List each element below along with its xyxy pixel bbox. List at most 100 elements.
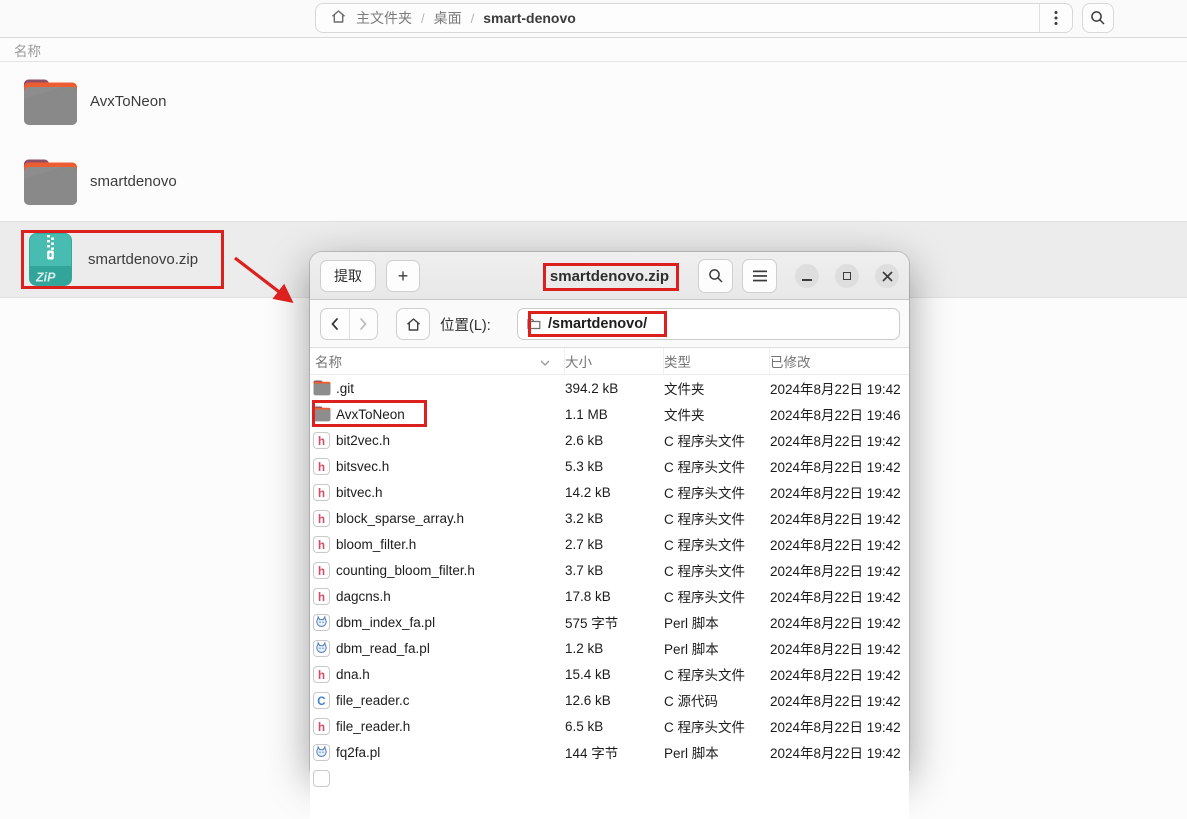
column-header-modified[interactable]: 已修改 — [770, 348, 909, 374]
breadcrumb-current[interactable]: smart-denovo — [483, 10, 576, 26]
archive-row-.git[interactable]: .git 394.2 kB 文件夹 2024年8月22日 19:42 — [310, 375, 909, 401]
archive-row-bitvec.h[interactable]: h bitvec.h 14.2 kB C 程序头文件 2024年8月22日 19:42 — [310, 479, 909, 505]
files-item-AvxToNeon[interactable]: AvxToNeon — [0, 61, 1187, 141]
files-header-bar: 主文件夹 / 桌面 / smart-denovo — [0, 0, 1187, 38]
cell-name: dagcns.h — [336, 588, 391, 604]
perl-script-icon — [313, 613, 333, 631]
svg-text:h: h — [318, 487, 325, 499]
cell-name: .git — [336, 380, 355, 396]
cell-type: C 程序头文件 — [664, 538, 745, 553]
archive-row-dagcns.h[interactable]: h dagcns.h 17.8 kB C 程序头文件 2024年8月22日 19:42 — [310, 583, 909, 609]
cell-name: counting_bloom_filter.h — [336, 562, 475, 578]
c-header-file-icon: h — [313, 431, 333, 449]
cell-modified: 2024年8月22日 19:42 — [770, 434, 901, 449]
search-button[interactable] — [1082, 3, 1114, 33]
cell-name: bitvec.h — [336, 484, 383, 500]
column-header-size[interactable]: 大小 — [565, 348, 664, 374]
archive-row-dbm_read_fa.pl[interactable]: dbm_read_fa.pl 1.2 kB Perl 脚本 2024年8月22日 19… — [310, 635, 909, 661]
folder-icon — [313, 406, 333, 422]
minimize-icon — [802, 278, 812, 281]
files-list-header[interactable]: 名称 — [0, 38, 1187, 62]
minimize-button[interactable] — [795, 264, 819, 288]
cell-size: 15.4 kB — [565, 666, 611, 682]
archive-row-AvxToNeon[interactable]: AvxToNeon 1.1 MB 文件夹 2024年8月22日 19:46 — [310, 401, 909, 427]
cell-type: C 程序头文件 — [664, 590, 745, 605]
back-button[interactable] — [321, 309, 350, 339]
maximize-button[interactable] — [835, 264, 859, 288]
files-item-label: smartdenovo — [90, 172, 177, 190]
chevron-left-icon — [331, 318, 339, 330]
cell-size: 17.8 kB — [565, 588, 611, 604]
files-item-smartdenovo[interactable]: smartdenovo — [0, 141, 1187, 221]
cell-size: 394.2 kB — [565, 380, 619, 396]
close-button[interactable] — [875, 264, 899, 288]
column-header-name[interactable]: 名称 — [315, 348, 565, 374]
archive-row-bitsvec.h[interactable]: h bitsvec.h 5.3 kB C 程序头文件 2024年8月22日 19:42 — [310, 453, 909, 479]
cell-type: C 程序头文件 — [664, 720, 745, 735]
search-icon — [708, 269, 723, 283]
archive-row-bloom_filter.h[interactable]: h bloom_filter.h 2.7 kB C 程序头文件 2024年8月22日 1… — [310, 531, 909, 557]
cell-modified: 2024年8月22日 19:42 — [770, 382, 901, 397]
folder-icon — [22, 157, 78, 206]
cell-name: file_reader.h — [336, 718, 411, 734]
archive-table-header: 名称 大小 类型 已修改 — [310, 348, 909, 375]
forward-button[interactable] — [350, 309, 378, 339]
cell-size: 14.2 kB — [565, 484, 611, 500]
archive-row-file_reader.h[interactable]: h file_reader.h 6.5 kB C 程序头文件 2024年8月22日 19… — [310, 713, 909, 739]
cell-name: dna.h — [336, 666, 370, 682]
cell-size: 1.2 kB — [565, 640, 604, 656]
breadcrumb-separator: / — [421, 10, 425, 26]
archive-manager-window: 提取 + smartdenovo.zip 位置(L): /smartdenovo… — [310, 252, 909, 819]
svg-text:ZiP: ZiP — [35, 271, 56, 285]
hamburger-menu-button[interactable] — [742, 259, 777, 293]
breadcrumb-home[interactable]: 主文件夹 — [356, 8, 412, 28]
breadcrumb[interactable]: 主文件夹 / 桌面 / smart-denovo — [315, 3, 1073, 33]
cell-size: 2.7 kB — [565, 536, 604, 552]
home-button[interactable] — [396, 308, 430, 340]
cell-modified: 2024年8月22日 19:42 — [770, 590, 901, 605]
svg-text:h: h — [318, 669, 325, 681]
cell-size: 575 字节 — [565, 616, 619, 631]
cell-size: 3.2 kB — [565, 510, 604, 526]
breadcrumb-path: 主文件夹 / 桌面 / smart-denovo — [316, 8, 1039, 28]
archive-row-counting_bloom_filter.h[interactable]: h counting_bloom_filter.h 3.7 kB C 程序头文件 202… — [310, 557, 909, 583]
cell-modified: 2024年8月22日 19:42 — [770, 564, 901, 579]
cell-modified: 2024年8月22日 19:42 — [770, 668, 901, 683]
sort-chevron-down-icon — [540, 354, 550, 369]
column-header-type[interactable]: 类型 — [664, 348, 770, 374]
search-icon — [1091, 11, 1105, 25]
files-item-label: smartdenovo.zip — [88, 251, 199, 268]
cell-size: 1.1 MB — [565, 406, 608, 422]
cell-modified: 2024年8月22日 19:42 — [770, 486, 901, 501]
home-icon — [330, 8, 347, 28]
archive-row-block_sparse_array.h[interactable]: h block_sparse_array.h 3.2 kB C 程序头文件 2024年8… — [310, 505, 909, 531]
more-options-button[interactable] — [1040, 4, 1072, 32]
cell-name: AvxToNeon — [336, 406, 405, 422]
archive-search-button[interactable] — [698, 259, 733, 293]
folder-outline-icon — [527, 318, 541, 330]
archive-row-fq2fa.pl[interactable]: fq2fa.pl 144 字节 Perl 脚本 2024年8月22日 19:42 — [310, 739, 909, 765]
archive-row-dna.h[interactable]: h dna.h 15.4 kB C 程序头文件 2024年8月22日 19:42 — [310, 661, 909, 687]
svg-text:h: h — [318, 721, 325, 733]
cell-size: 6.5 kB — [565, 718, 604, 734]
cell-type: C 程序头文件 — [664, 512, 745, 527]
extract-button[interactable]: 提取 — [320, 260, 376, 292]
location-field — [517, 308, 900, 340]
location-input[interactable] — [548, 316, 891, 332]
cell-size: 5.3 kB — [565, 458, 604, 474]
archive-row-file_reader.c[interactable]: Cfile_reader.c 12.6 kB C 源代码 2024年8月22日 19:… — [310, 687, 909, 713]
cell-name: dbm_read_fa.pl — [336, 640, 430, 656]
archive-row-bit2vec.h[interactable]: h bit2vec.h 2.6 kB C 程序头文件 2024年8月22日 19:42 — [310, 427, 909, 453]
add-files-button[interactable]: + — [386, 260, 420, 292]
hamburger-icon — [752, 270, 767, 282]
cell-modified: 2024年8月22日 19:42 — [770, 616, 901, 631]
c-header-file-icon: h — [313, 483, 333, 501]
archive-row — [310, 765, 909, 791]
svg-text:C: C — [317, 695, 325, 707]
home-icon — [406, 317, 420, 331]
cell-name: bloom_filter.h — [336, 536, 417, 552]
cell-type: C 源代码 — [664, 694, 718, 709]
cell-type: 文件夹 — [664, 382, 705, 397]
archive-row-dbm_index_fa.pl[interactable]: dbm_index_fa.pl 575 字节 Perl 脚本 2024年8月22日 1… — [310, 609, 909, 635]
breadcrumb-desktop[interactable]: 桌面 — [434, 8, 462, 28]
